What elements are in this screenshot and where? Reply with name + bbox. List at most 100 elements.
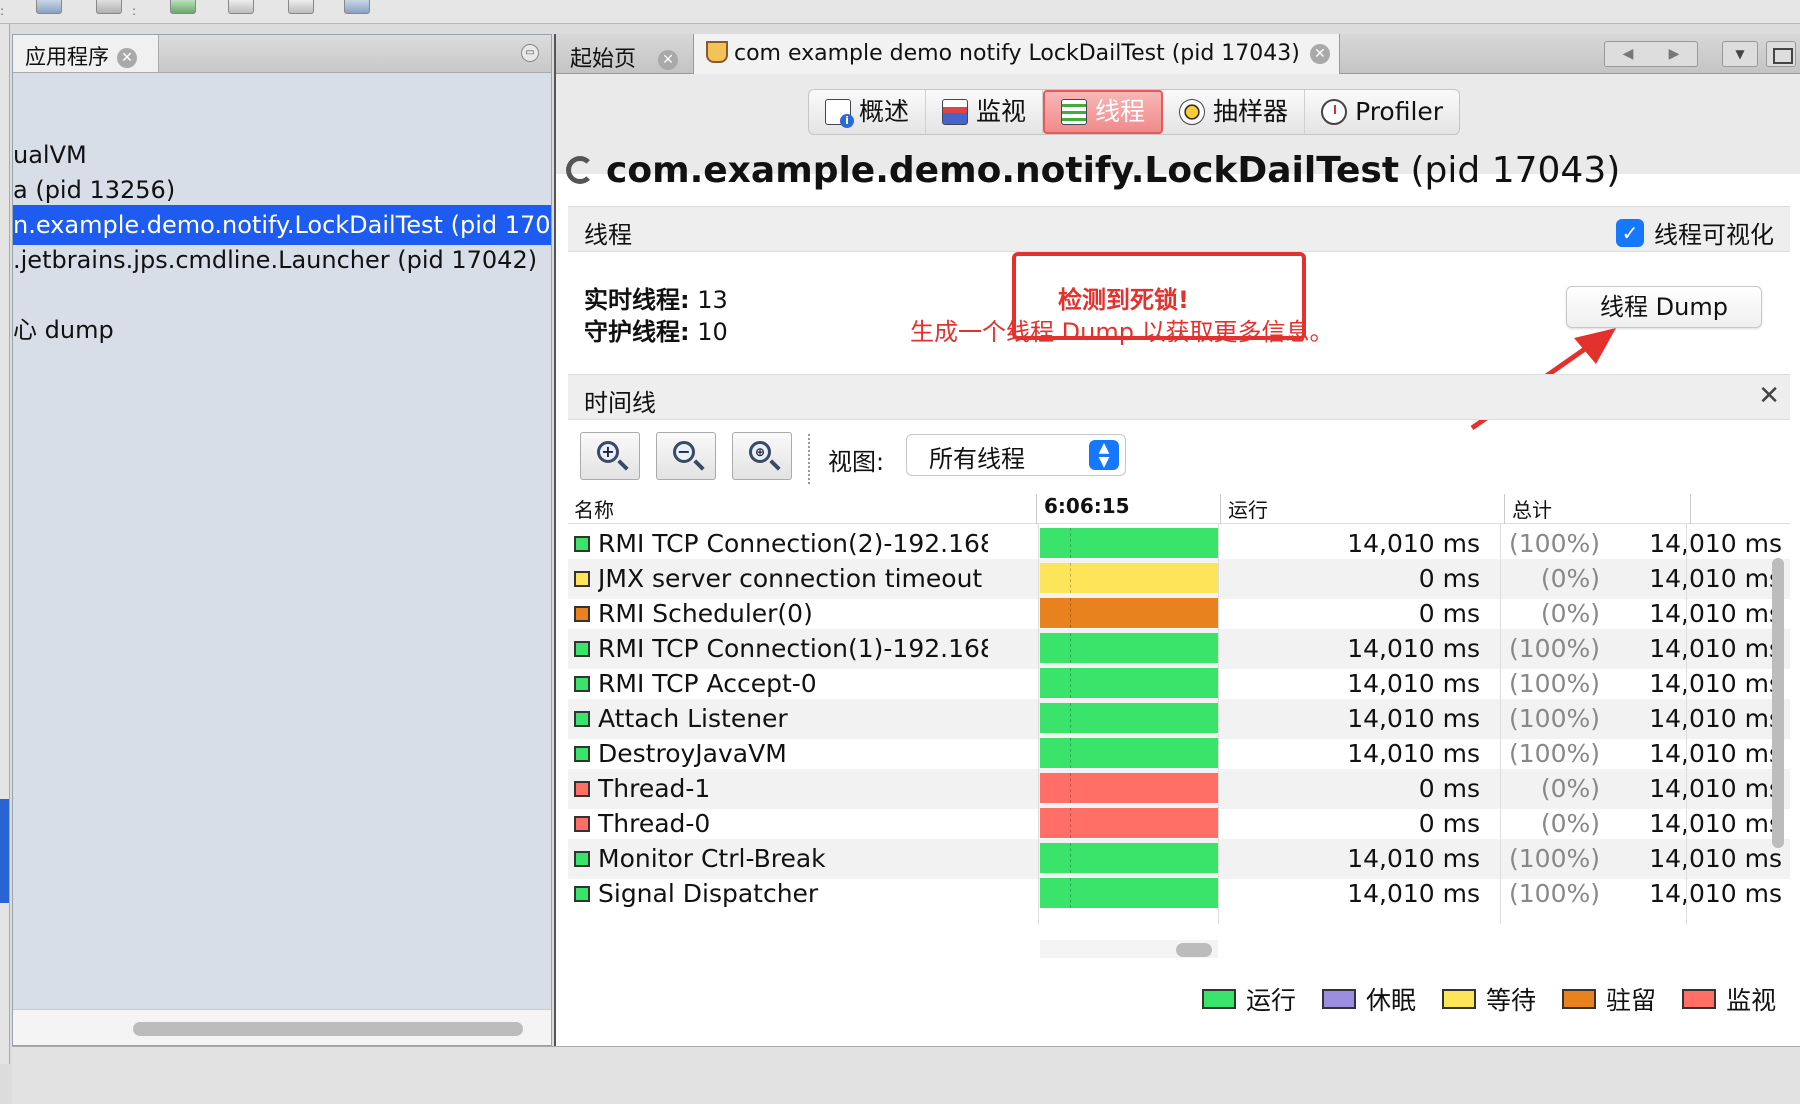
sampler-icon [1179,99,1206,125]
minimize-icon[interactable]: ▭ [521,44,539,62]
total-time: 14,010 ms [1649,809,1782,838]
table-row[interactable]: Signal Dispatcher 14,010 ms (100%) 14,010 m… [568,874,1790,914]
thread-name: Attach Listener [598,704,788,733]
tree-item[interactable]: 心 dump [13,310,551,350]
column-separator [1036,494,1037,524]
side-strip [0,24,10,1064]
save-icon[interactable] [96,0,122,14]
running-percent: (100%) [1509,844,1600,873]
tab-label: com example demo notify LockDailTest (pi… [734,41,1300,66]
select-arrows-icon[interactable]: ▲ ▼ [1089,440,1119,470]
snapshot-icon[interactable] [344,0,370,14]
chevron-right-icon[interactable]: ▶ [1651,42,1697,66]
zoom-fit-button[interactable]: ⊕ [732,432,792,480]
tab-start-page[interactable]: 起始页 ✕ [556,34,694,74]
thread-name: RMI Scheduler(0) [598,599,813,628]
thread-name: JMX server connection timeout 27 [598,564,988,593]
chevron-left-icon[interactable]: ◀ [1605,42,1651,66]
tab-label: 起始页 [570,47,637,72]
coredump-icon[interactable] [288,0,314,14]
monitor-icon [942,99,969,125]
tab-monitor[interactable]: 监视 [926,90,1044,134]
scrollbar-thumb[interactable] [1176,943,1212,957]
thread-name: Monitor Ctrl-Break [598,844,826,873]
zoom-out-button[interactable]: − [656,432,716,480]
thread-name: RMI TCP Connection(2)-192.168.1. [598,529,988,558]
zoom-in-icon: + [597,441,619,463]
visualize-threads-checkbox[interactable]: ✓ 线程可视化 [1616,215,1774,250]
tab-application[interactable]: com example demo notify LockDailTest (pi… [694,34,1340,74]
open-icon[interactable] [36,0,62,14]
thread-state-icon [574,676,590,692]
running-time: 14,010 ms [1347,704,1480,733]
checkmark-icon[interactable]: ✓ [1616,218,1644,247]
close-icon[interactable]: ✕ [117,48,137,68]
thread-timeline-bar [1040,738,1218,768]
running-time: 14,010 ms [1347,634,1480,663]
process-name: com.example.demo.notify.LockDailTest [606,150,1400,191]
vertical-scrollbar[interactable] [1768,524,1786,924]
close-icon[interactable]: ✕ [1309,44,1330,64]
thread-timeline-bar [1040,598,1218,628]
tab-label: 线程 [1095,97,1146,126]
chevron-down-icon[interactable]: ▼ [1722,41,1758,67]
main-panel: 起始页 ✕ com example demo notify LockDailTes… [554,34,1800,1046]
running-time: 14,010 ms [1347,669,1480,698]
table-header: 名称 6:06:15 运行 总计 [568,490,1790,524]
table-row[interactable]: Attach Listener 14,010 ms (100%) 14,010 ms [568,699,1790,739]
close-icon[interactable]: ✕ [658,50,679,70]
tab-overview[interactable]: 概述 [809,90,927,134]
table-row[interactable]: RMI TCP Connection(1)-192.168.1. 14,010 m… [568,629,1790,669]
table-row[interactable]: RMI TCP Accept-0 14,010 ms (100%) 14,010 ms [568,664,1790,704]
column-header-total[interactable]: 总计 [1512,494,1552,523]
table-row[interactable]: RMI TCP Connection(2)-192.168.1. 14,010 m… [568,524,1790,564]
view-select[interactable]: 所有线程 ▲ ▼ [906,434,1126,476]
running-percent: (100%) [1509,704,1600,733]
thread-timeline-bar [1040,563,1218,593]
thread-name: RMI TCP Accept-0 [598,669,817,698]
jmx-icon[interactable] [228,0,254,14]
tab-profiler[interactable]: Profiler [1305,90,1459,134]
applications-panel: 应用程序 ✕ ▭ ualVM a (pid 13256) n.example.de… [12,34,552,1046]
side-strip-selection [0,799,9,903]
thread-state-icon [574,781,590,797]
tree-item[interactable]: .jetbrains.jps.cmdline.Launcher (pid 170… [13,240,551,280]
total-time: 14,010 ms [1649,669,1782,698]
status-bar [12,1046,1800,1104]
thread-dump-button[interactable]: 线程 Dump [1566,286,1762,328]
table-row[interactable]: Thread-1 0 ms (0%) 14,010 ms [568,769,1790,809]
tab-sampler[interactable]: 抽样器 [1163,90,1306,134]
total-time: 14,010 ms [1649,879,1782,908]
column-header-name[interactable]: 名称 [574,494,614,523]
live-threads-value: 13 [697,286,728,314]
thread-state-icon [574,886,590,902]
checkbox-label: 线程可视化 [1654,221,1774,249]
table-row[interactable]: JMX server connection timeout 27 0 ms (0%)… [568,559,1790,599]
horizontal-scrollbar[interactable] [13,1009,551,1045]
tab-threads[interactable]: 线程 [1043,90,1164,134]
scrollbar-thumb[interactable] [1772,558,1784,848]
maximize-icon[interactable] [1766,41,1796,67]
table-row[interactable]: Monitor Ctrl-Break 14,010 ms (100%) 14,010 … [568,839,1790,879]
tree-item-selected[interactable]: n.example.demo.notify.LockDailTest (pid … [13,205,551,245]
tree-item[interactable]: a (pid 13256) [13,170,551,210]
applications-tab[interactable]: 应用程序 ✕ [13,35,159,73]
table-row[interactable]: RMI Scheduler(0) 0 ms (0%) 14,010 ms [568,594,1790,634]
zoom-in-button[interactable]: + [580,432,640,480]
legend-item-sleep: 休眠 [1322,981,1416,1017]
tree-item[interactable]: ualVM [13,135,551,175]
close-icon[interactable]: ✕ [1758,381,1780,411]
thread-name: DestroyJavaVM [598,739,787,768]
timeline-horizontal-scrollbar[interactable] [1040,940,1218,958]
thread-timeline-bar [1040,668,1218,698]
table-row[interactable]: DestroyJavaVM 14,010 ms (100%) 14,010 ms [568,734,1790,774]
scrollbar-thumb[interactable] [133,1022,523,1036]
table-row[interactable]: Thread-0 0 ms (0%) 14,010 ms [568,804,1790,844]
view-segmented-control: 概述 监视 线程 抽样器 Profiler [808,89,1461,135]
separator-icon: : [0,4,5,18]
column-separator [1690,494,1691,524]
running-time: 0 ms [1418,599,1480,628]
thread-name: RMI TCP Connection(1)-192.168.1. [598,634,988,663]
add-host-icon[interactable] [170,0,196,14]
column-header-running[interactable]: 运行 [1228,494,1268,523]
